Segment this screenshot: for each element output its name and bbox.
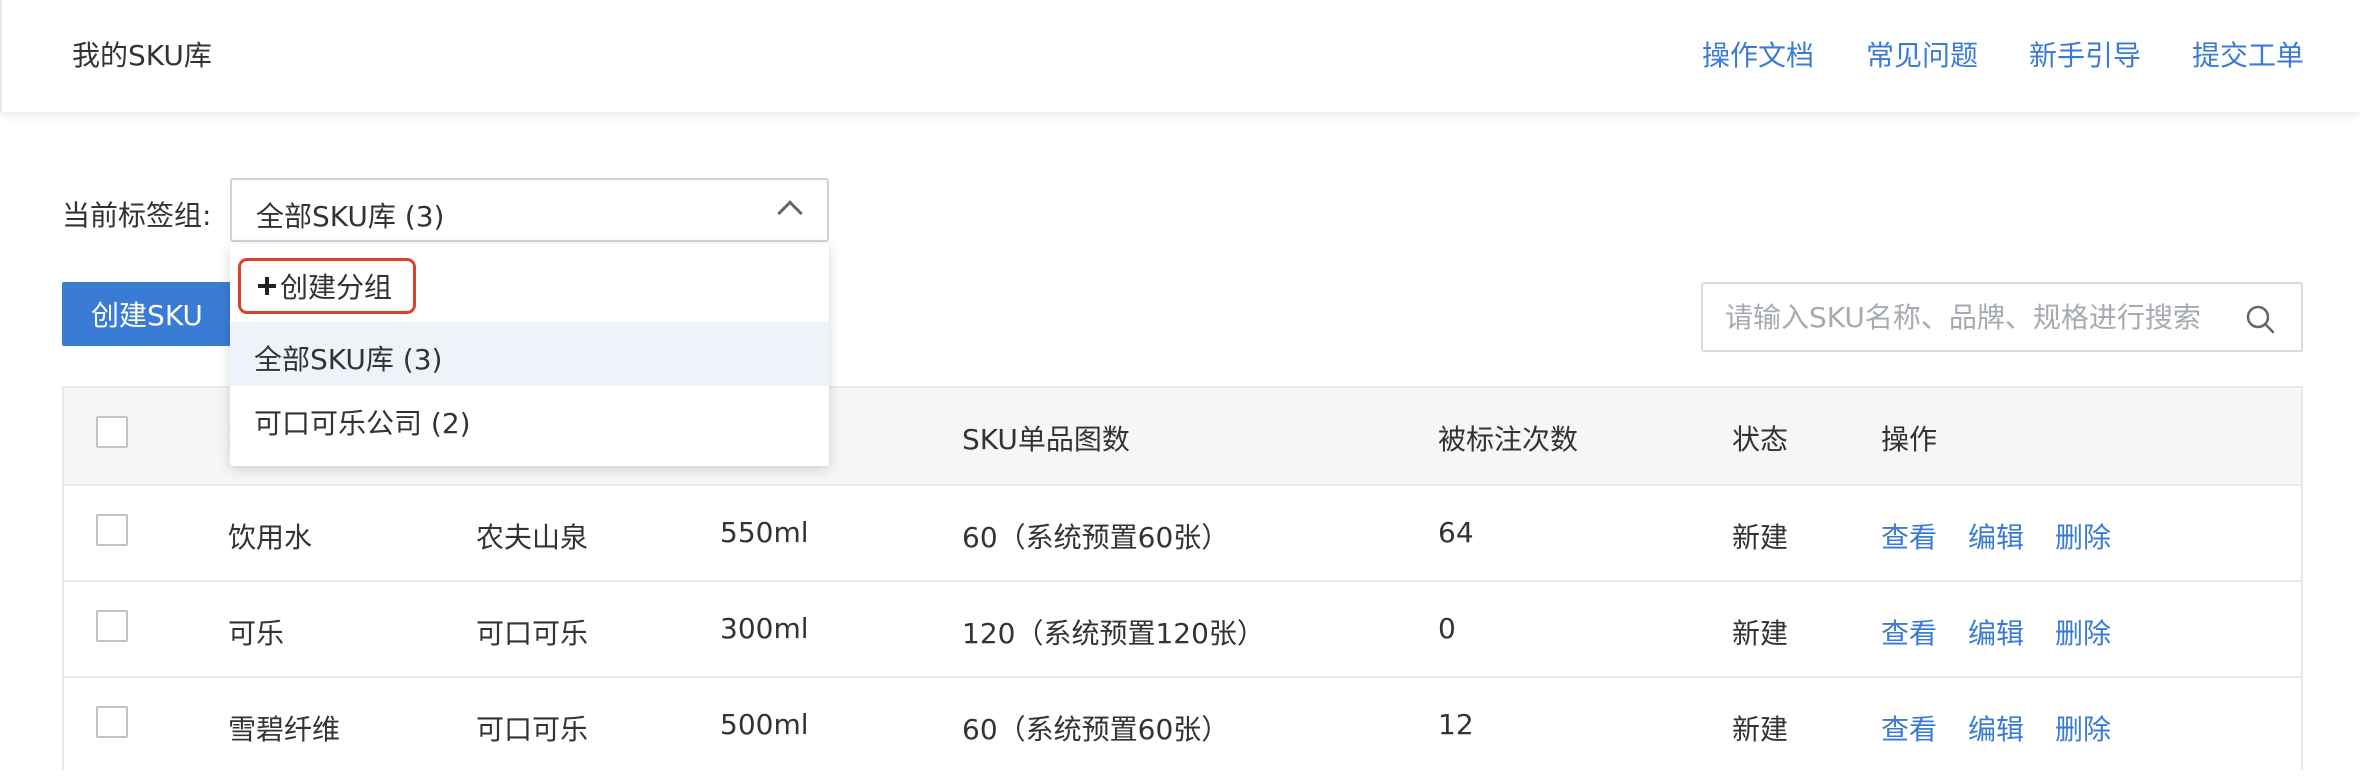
cell-annotation-count: 64 xyxy=(1438,516,1474,549)
chevron-up-icon xyxy=(777,200,803,226)
delete-link[interactable]: 删除 xyxy=(2055,708,2111,748)
cell-annotation-count: 12 xyxy=(1438,708,1474,741)
table-row: 饮用水 农夫山泉 550ml 60（系统预置60张） 64 新建 查看 编辑 删… xyxy=(64,484,2301,580)
tag-group-dropdown: 创建分组 全部SKU库 (3) 可口可乐公司 (2) xyxy=(230,244,829,466)
search-box xyxy=(1701,282,2303,352)
cell-name: 可乐 xyxy=(228,617,285,650)
row-checkbox[interactable] xyxy=(96,610,128,642)
faq-link[interactable]: 常见问题 xyxy=(1866,34,1978,74)
cell-name: 雪碧纤维 xyxy=(228,713,341,746)
column-header-actions: 操作 xyxy=(1881,423,1938,456)
create-group-button[interactable]: 创建分组 xyxy=(238,258,416,314)
tag-group-select[interactable]: 全部SKU库 (3) xyxy=(230,178,829,242)
page-title: 我的SKU库 xyxy=(72,39,212,72)
delete-link[interactable]: 删除 xyxy=(2055,516,2111,556)
cell-status: 新建 xyxy=(1732,713,1789,746)
column-header-annotation-count: 被标注次数 xyxy=(1438,423,1579,456)
tag-group-select-value: 全部SKU库 (3) xyxy=(256,200,445,233)
cell-spec: 550ml xyxy=(720,516,809,549)
table-row: 可乐 可口可乐 300ml 120（系统预置120张） 0 新建 查看 编辑 删… xyxy=(64,580,2301,676)
plus-icon xyxy=(258,277,276,295)
tag-group-label: 当前标签组: xyxy=(62,199,212,232)
view-link[interactable]: 查看 xyxy=(1881,612,1937,652)
column-header-image-count: SKU单品图数 xyxy=(962,423,1130,456)
cell-spec: 500ml xyxy=(720,708,809,741)
search-input[interactable] xyxy=(1725,292,2225,342)
top-header: 我的SKU库 操作文档 常见问题 新手引导 提交工单 xyxy=(0,0,2360,112)
cell-name: 饮用水 xyxy=(228,521,313,554)
cell-image-count: 60（系统预置60张） xyxy=(962,713,1230,746)
create-sku-button[interactable]: 创建SKU xyxy=(62,282,232,346)
view-link[interactable]: 查看 xyxy=(1881,708,1937,748)
table-row: 雪碧纤维 可口可乐 500ml 60（系统预置60张） 12 新建 查看 编辑 … xyxy=(64,676,2301,772)
dropdown-option-coca-cola[interactable]: 可口可乐公司 (2) xyxy=(230,386,829,450)
cell-spec: 300ml xyxy=(720,612,809,645)
row-checkbox[interactable] xyxy=(96,514,128,546)
delete-link[interactable]: 删除 xyxy=(2055,612,2111,652)
create-group-label: 创建分组 xyxy=(280,271,393,304)
column-header-status: 状态 xyxy=(1732,423,1789,456)
cell-annotation-count: 0 xyxy=(1438,612,1456,645)
ticket-link[interactable]: 提交工单 xyxy=(2192,34,2304,74)
edit-link[interactable]: 编辑 xyxy=(1968,516,2024,556)
cell-brand: 可口可乐 xyxy=(476,713,589,746)
cell-brand: 农夫山泉 xyxy=(476,521,589,554)
select-all-checkbox[interactable] xyxy=(96,416,128,448)
view-link[interactable]: 查看 xyxy=(1881,516,1937,556)
dropdown-option-all[interactable]: 全部SKU库 (3) xyxy=(230,322,829,386)
cell-image-count: 60（系统预置60张） xyxy=(962,521,1230,554)
edit-link[interactable]: 编辑 xyxy=(1968,612,2024,652)
cell-status: 新建 xyxy=(1732,617,1789,650)
search-icon[interactable] xyxy=(2245,304,2275,334)
cell-image-count: 120（系统预置120张） xyxy=(962,617,1265,650)
guide-link[interactable]: 新手引导 xyxy=(2029,34,2141,74)
row-checkbox[interactable] xyxy=(96,706,128,738)
edit-link[interactable]: 编辑 xyxy=(1968,708,2024,748)
cell-status: 新建 xyxy=(1732,521,1789,554)
docs-link[interactable]: 操作文档 xyxy=(1702,34,1814,74)
cell-brand: 可口可乐 xyxy=(476,617,589,650)
